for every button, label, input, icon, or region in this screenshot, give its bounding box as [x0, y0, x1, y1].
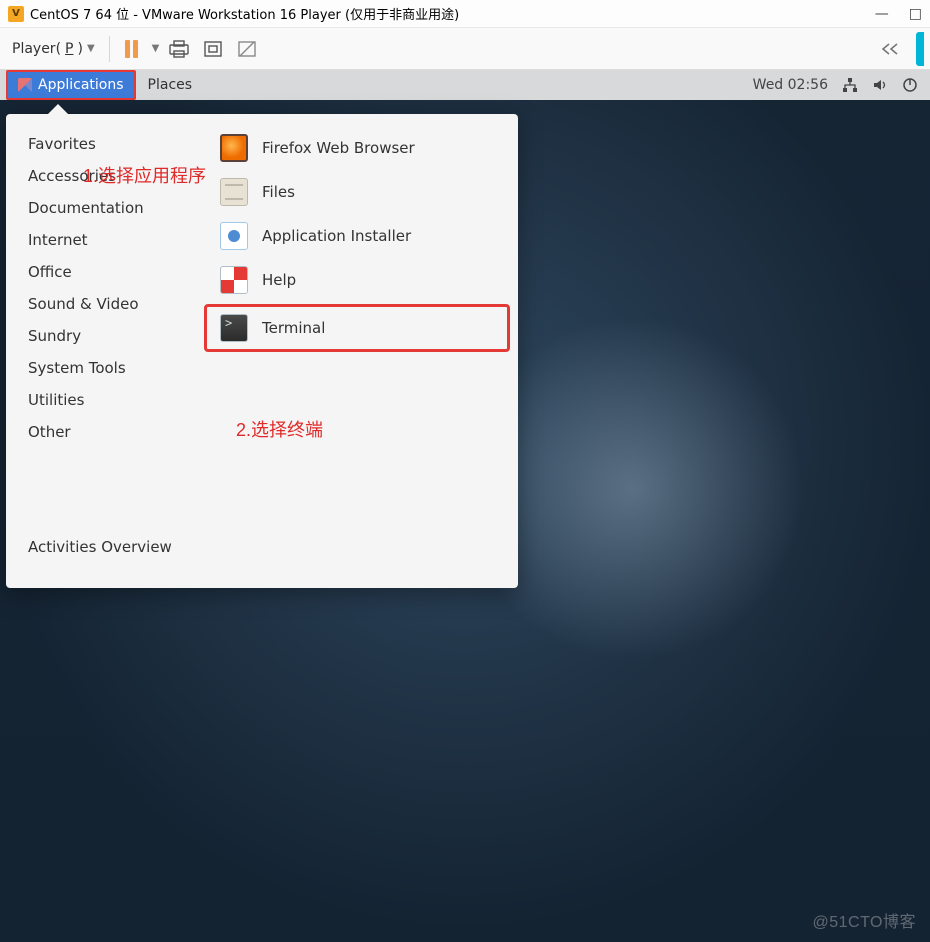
window-titlebar: V CentOS 7 64 位 - VMware Workstation 16 …: [0, 0, 930, 28]
category-internet[interactable]: Internet: [6, 224, 202, 256]
applications-label: Applications: [38, 77, 124, 93]
app-label: Help: [262, 271, 296, 289]
category-list: Favorites Accessories Documentation Inte…: [6, 114, 202, 588]
files-icon: [220, 178, 248, 206]
terminal-icon: [220, 314, 248, 342]
app-label: Firefox Web Browser: [262, 139, 415, 157]
printer-icon: [168, 39, 190, 59]
app-help[interactable]: Help: [202, 258, 518, 302]
pause-dropdown-caret-icon[interactable]: ▼: [152, 43, 160, 54]
app-files[interactable]: Files: [202, 170, 518, 214]
application-installer-icon: [220, 222, 248, 250]
category-accessories[interactable]: Accessories: [6, 160, 202, 192]
app-terminal[interactable]: Terminal: [206, 306, 508, 350]
help-icon: [220, 266, 248, 294]
application-list: Firefox Web Browser Files Application In…: [202, 114, 518, 588]
collapse-toolbar-button[interactable]: [876, 35, 904, 63]
category-favorites[interactable]: Favorites: [6, 128, 202, 160]
app-firefox[interactable]: Firefox Web Browser: [202, 126, 518, 170]
guest-viewport: Applications Places Wed 02:56: [0, 70, 930, 942]
category-sundry[interactable]: Sundry: [6, 320, 202, 352]
window-minimize-button[interactable]: —: [875, 7, 889, 21]
panel-clock[interactable]: Wed 02:56: [753, 77, 828, 93]
dropdown-caret-icon: ▼: [87, 43, 95, 54]
vmware-icon: V: [8, 6, 24, 22]
pause-vm-button[interactable]: [118, 35, 146, 63]
exit-fullscreen-icon: [236, 39, 258, 59]
separator: [109, 36, 110, 62]
window-title: CentOS 7 64 位 - VMware Workstation 16 Pl…: [30, 4, 459, 23]
applications-menu-button[interactable]: Applications: [6, 70, 136, 100]
app-label: Terminal: [262, 319, 325, 337]
activities-overview[interactable]: Activities Overview: [6, 528, 202, 574]
applications-icon: [18, 78, 32, 92]
gnome-top-panel: Applications Places Wed 02:56: [0, 70, 930, 100]
app-label: Application Installer: [262, 227, 411, 245]
player-label-pre: Player(: [12, 41, 61, 57]
pause-icon: [125, 40, 138, 58]
category-sound-video[interactable]: Sound & Video: [6, 288, 202, 320]
category-system-tools[interactable]: System Tools: [6, 352, 202, 384]
firefox-icon: [220, 134, 248, 162]
category-other[interactable]: Other: [6, 416, 202, 448]
player-menu[interactable]: Player(P) ▼: [6, 37, 101, 61]
volume-icon[interactable]: [872, 77, 888, 93]
fullscreen-button[interactable]: [199, 35, 227, 63]
unity-button[interactable]: [233, 35, 261, 63]
fullscreen-icon: [202, 39, 224, 59]
sidebar-tab[interactable]: [916, 32, 924, 66]
app-label: Files: [262, 183, 295, 201]
category-documentation[interactable]: Documentation: [6, 192, 202, 224]
send-ctrl-alt-del-button[interactable]: [165, 35, 193, 63]
network-icon[interactable]: [842, 77, 858, 93]
app-application-installer[interactable]: Application Installer: [202, 214, 518, 258]
chevrons-left-icon: [880, 43, 900, 55]
power-icon[interactable]: [902, 77, 918, 93]
player-label-post: ): [77, 41, 82, 57]
window-maximize-button[interactable]: □: [909, 7, 922, 21]
watermark: @51CTO博客: [812, 908, 916, 932]
player-mnemonic: P: [65, 41, 73, 57]
category-utilities[interactable]: Utilities: [6, 384, 202, 416]
applications-dropdown: Favorites Accessories Documentation Inte…: [6, 114, 518, 588]
places-label: Places: [148, 77, 193, 93]
category-office[interactable]: Office: [6, 256, 202, 288]
places-menu-button[interactable]: Places: [136, 70, 205, 100]
host-toolbar: Player(P) ▼ ▼: [0, 28, 930, 70]
